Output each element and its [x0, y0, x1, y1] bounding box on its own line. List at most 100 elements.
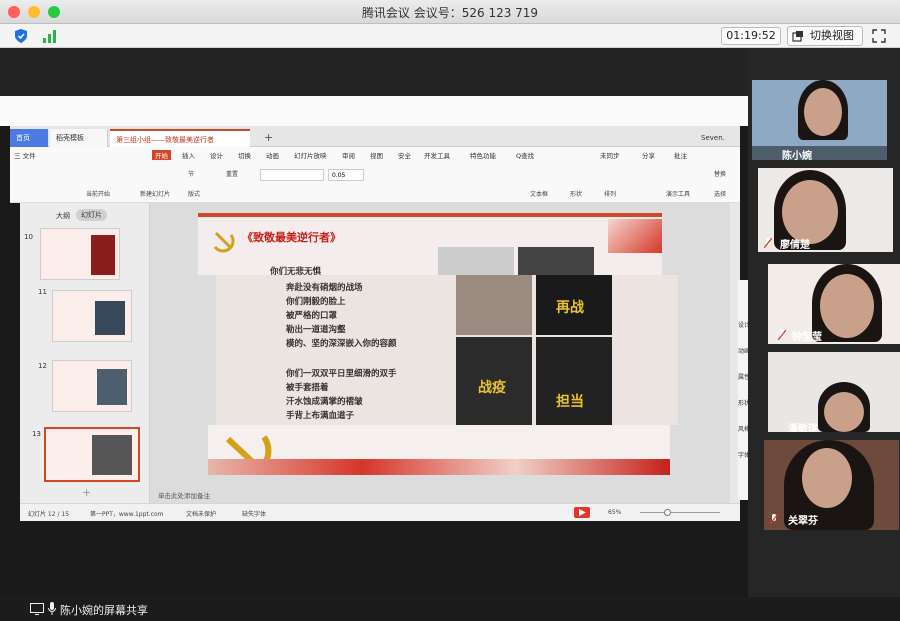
thumbnail-image	[95, 301, 125, 335]
wps-tab-bar: 首页 稻壳模板 第三组小组——致敬最美逆行者 + Seven.	[10, 126, 740, 147]
poem-line: 奔赴没有硝烟的战场	[286, 283, 363, 293]
poster-image	[456, 275, 532, 335]
participant-name: 陈小婉	[782, 151, 812, 160]
slide-number: 10	[24, 233, 33, 241]
poster-label: 战疫	[478, 380, 506, 396]
play-slideshow-button[interactable]	[574, 507, 590, 518]
menu-comment[interactable]: 批注	[674, 150, 687, 160]
participant-face	[804, 88, 842, 136]
zoom-slider-handle[interactable]	[664, 509, 671, 516]
poem-line: 你们一双双平日里细滑的双手	[286, 369, 397, 379]
meeting-timer: 01:19:52	[721, 27, 781, 45]
participant-video[interactable]: 廖倩楚	[758, 168, 893, 252]
microphone-icon[interactable]	[48, 602, 56, 615]
participant-name: 廖倩楚	[780, 240, 810, 251]
shared-screen-top-band	[0, 48, 748, 96]
poem-line: 被手套捂着	[286, 383, 329, 393]
poster-image	[438, 247, 514, 275]
participant-video[interactable]: 钟莹莹	[768, 264, 900, 344]
participant-video[interactable]: 陈小婉	[752, 80, 887, 160]
tab-presentation-label: 第三组小组——致敬最美逆行者	[116, 136, 214, 144]
participant-name-bar: 陈小婉	[752, 146, 887, 160]
tool-reset[interactable]: 重置	[226, 169, 238, 178]
menu-unsynced[interactable]: 未同步	[600, 150, 620, 160]
slide-thumbnail-selected[interactable]	[44, 427, 140, 482]
mic-muted-icon	[778, 330, 786, 340]
slide-counter: 幻灯片 12 / 15	[28, 511, 70, 518]
mic-muted-icon	[764, 238, 772, 248]
tab-docer-templates[interactable]: 稻壳模板	[50, 129, 108, 147]
poster-image: 再战	[536, 275, 612, 335]
tab-docer-label: 稻壳模板	[56, 134, 84, 142]
slide-number: 13	[32, 430, 41, 438]
tool-select[interactable]: 选择	[714, 189, 726, 198]
new-tab-button[interactable]: +	[258, 129, 274, 147]
switch-view-button[interactable]: 切换视图	[787, 26, 863, 46]
poem-line: 勒出一道道沟壑	[286, 325, 346, 335]
tab-slides[interactable]: 幻灯片	[76, 209, 107, 221]
ribbon-menu: 三 文件 开始 插入 设计 切换 动画 幻灯片放映 审阅 视图 安全 开发工具 …	[10, 147, 740, 163]
add-note-placeholder[interactable]: 单击此处添加备注	[158, 490, 210, 500]
slide-number: 12	[38, 362, 47, 370]
menu-view[interactable]: 视图	[370, 150, 383, 160]
title-bar: 腾讯会议 会议号：526 123 719	[0, 0, 900, 24]
mic-muted-icon	[770, 514, 778, 524]
participant-face	[782, 180, 838, 244]
menu-dev-tools[interactable]: 开发工具	[424, 150, 450, 160]
menu-start[interactable]: 开始	[152, 150, 171, 160]
poster-image: 战疫	[456, 337, 532, 425]
font-name-select[interactable]	[260, 169, 324, 181]
font-size-select[interactable]: 0.05	[328, 169, 364, 181]
poster-image	[518, 247, 594, 275]
tab-outline[interactable]: 大纲	[56, 211, 70, 221]
missing-fonts[interactable]: 缺失字体	[242, 509, 266, 518]
add-slide-button[interactable]: +	[82, 486, 91, 499]
slide-number: 11	[38, 288, 47, 296]
menu-review[interactable]: 审阅	[342, 150, 355, 160]
menu-insert[interactable]: 插入	[182, 150, 195, 160]
tool-shape[interactable]: 形状	[570, 189, 582, 198]
menu-animation[interactable]: 动画	[266, 150, 279, 160]
shield-icon[interactable]	[13, 28, 29, 44]
user-name[interactable]: Seven.	[695, 129, 739, 147]
tool-replace[interactable]: 替换	[714, 169, 726, 178]
theme-name: 第一PPT，www.1ppt.com	[90, 511, 164, 518]
tool-layout[interactable]: 版式	[188, 189, 200, 198]
tab-presentation[interactable]: 第三组小组——致敬最美逆行者	[110, 129, 250, 147]
tool-section[interactable]: 节	[188, 169, 194, 178]
slide-middle-section: 奔赴没有硝烟的战场 你们刚毅的脸上 被严格的口罩 勒出一道道沟壑 模的、坚的深深…	[216, 275, 678, 425]
menu-search[interactable]: Q查找	[516, 150, 534, 160]
fullscreen-icon[interactable]	[872, 29, 886, 43]
menu-slideshow[interactable]: 幻灯片放映	[294, 150, 327, 160]
zoom-slider[interactable]	[640, 512, 720, 513]
poster-label: 再战	[556, 300, 584, 316]
menu-security[interactable]: 安全	[398, 150, 411, 160]
hammer-sickle-icon	[213, 231, 235, 253]
tool-textbox[interactable]: 文本框	[530, 189, 548, 198]
tool-arrange[interactable]: 排列	[604, 189, 616, 198]
red-ribbon-decoration	[208, 459, 670, 475]
menu-file[interactable]: 三 文件	[14, 150, 36, 160]
poem-line: 汗水蚀成满掌的褶皱	[286, 397, 363, 407]
tool-new-slide[interactable]: 新建幻灯片	[140, 189, 170, 198]
menu-transition[interactable]: 切换	[238, 150, 251, 160]
slide-top-section: 《致敬最美逆行者》 你们无悲无惧	[198, 213, 662, 275]
participant-video[interactable]: 潘敏琪	[768, 352, 900, 432]
slide-thumbnail[interactable]	[40, 228, 120, 280]
menu-special[interactable]: 特色功能	[470, 150, 496, 160]
switch-view-icon	[792, 31, 803, 42]
play-icon	[579, 509, 586, 516]
poem-line: 被严格的口罩	[286, 311, 338, 321]
document-protection[interactable]: 文档未保护	[186, 509, 216, 518]
signal-strength-icon[interactable]	[42, 29, 58, 43]
tab-home[interactable]: 首页	[10, 129, 48, 147]
menu-design[interactable]: 设计	[210, 150, 223, 160]
slide-thumbnail[interactable]	[52, 290, 132, 342]
status-bar: 幻灯片 12 / 15 第一PPT，www.1ppt.com 文档未保护 缺失字…	[20, 503, 740, 521]
participant-video[interactable]: 关翠芬	[764, 440, 899, 530]
tool-presentation[interactable]: 演示工具	[666, 189, 690, 198]
menu-share[interactable]: 分享	[642, 150, 655, 160]
poster-image: 担当	[536, 337, 612, 425]
tool-start-from-current[interactable]: 当前开始	[86, 189, 110, 198]
slide-thumbnail[interactable]	[52, 360, 132, 412]
